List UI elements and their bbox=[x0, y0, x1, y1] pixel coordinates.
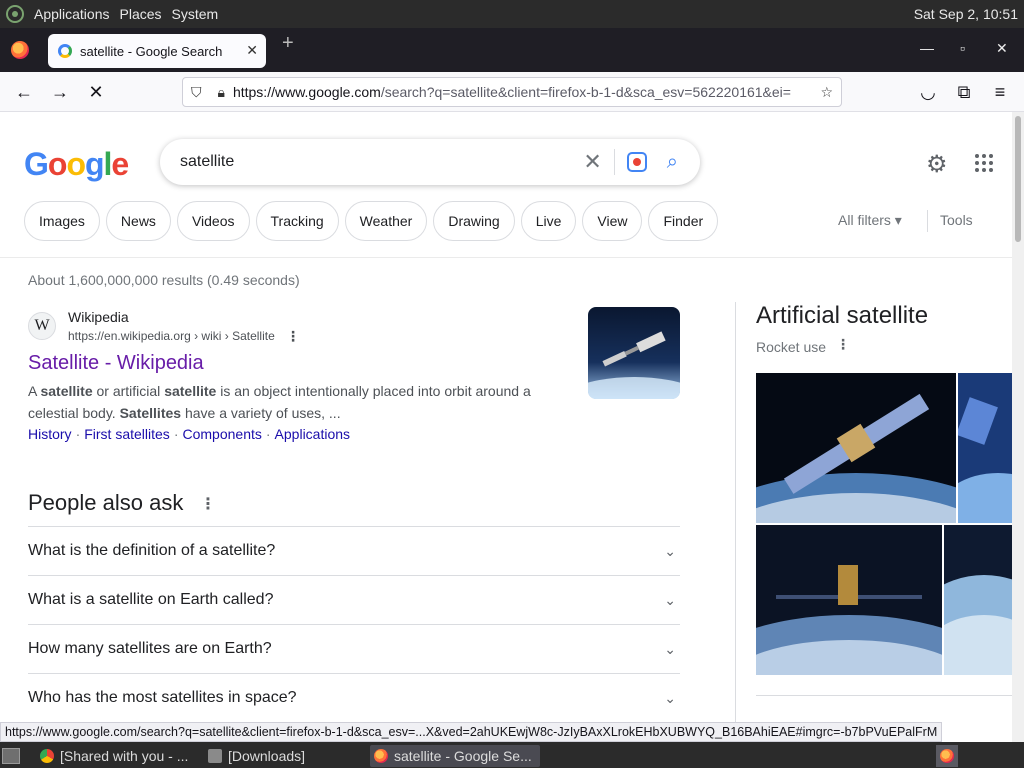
wikipedia-favicon-icon[interactable]: W bbox=[28, 312, 56, 340]
forward-icon[interactable]: → bbox=[49, 81, 71, 103]
menu-icon[interactable]: ≡ bbox=[989, 81, 1011, 103]
lock-icon[interactable]: 🔒︎ bbox=[218, 84, 225, 101]
sitelink-applications[interactable]: Applications bbox=[275, 426, 351, 442]
sitelink-components[interactable]: Components bbox=[182, 426, 261, 442]
paa-question[interactable]: How many satellites are on Earth? ⌄ bbox=[28, 624, 680, 673]
result-snippet: A satellite or artificial satellite is a… bbox=[28, 383, 531, 421]
url-path: /search?q=satellite&client=firefox-b-1-d… bbox=[380, 84, 791, 100]
url-host: https://www.google.com bbox=[232, 84, 381, 100]
web-page: Google satellite ✕ ⌕ ⚙ Images News Video… bbox=[0, 112, 1012, 742]
chip-weather[interactable]: Weather bbox=[344, 201, 428, 241]
chevron-down-icon: ⌄ bbox=[664, 689, 676, 706]
divider bbox=[735, 302, 736, 742]
chip-videos[interactable]: Videos bbox=[176, 201, 250, 241]
chrome-icon bbox=[40, 749, 54, 763]
maximize-icon[interactable]: ▫ bbox=[960, 40, 965, 56]
sitelink-history[interactable]: History bbox=[28, 426, 72, 442]
close-window-icon[interactable]: ✕ bbox=[996, 40, 1008, 57]
result-stats: About 1,600,000,000 results (0.49 second… bbox=[28, 272, 300, 288]
knowledge-panel-title: Artificial satellite bbox=[756, 302, 929, 329]
taskbar: [Shared with you - ... [Downloads] satel… bbox=[0, 742, 1024, 768]
os-logo-icon[interactable] bbox=[6, 5, 24, 23]
knowledge-panel-image[interactable] bbox=[944, 525, 1012, 675]
scrollbar-thumb[interactable] bbox=[1015, 116, 1021, 242]
pocket-icon[interactable]: ◡ bbox=[917, 81, 939, 103]
tools-button[interactable]: Tools bbox=[940, 212, 973, 228]
apps-grid-icon[interactable] bbox=[975, 154, 993, 172]
divider bbox=[613, 149, 615, 175]
paa-list: What is the definition of a satellite? ⌄ … bbox=[28, 526, 680, 722]
os-top-panel: Applications Places System Sat Sep 2, 10… bbox=[0, 0, 1024, 28]
close-tab-icon[interactable]: ✕ bbox=[246, 42, 258, 59]
chip-drawing[interactable]: Drawing bbox=[433, 201, 515, 241]
back-icon[interactable]: ← bbox=[13, 81, 35, 103]
paa-question[interactable]: Who has the most satellites in space? ⌄ bbox=[28, 673, 680, 722]
divider bbox=[756, 695, 1012, 696]
menu-system[interactable]: System bbox=[172, 6, 219, 22]
extensions-icon[interactable]: ⧉ bbox=[953, 81, 975, 103]
firefox-icon bbox=[374, 749, 388, 763]
result-site-name[interactable]: Wikipedia bbox=[68, 309, 129, 325]
paa-heading: People also ask bbox=[28, 490, 184, 515]
all-filters-button[interactable]: All filters ▾ bbox=[838, 212, 902, 229]
taskbar-item-chrome[interactable]: [Shared with you - ... bbox=[36, 745, 196, 767]
tab-title: satellite - Google Search bbox=[80, 43, 223, 59]
tab-strip: satellite - Google Search ✕ + — ▫ ✕ bbox=[0, 28, 1024, 72]
clock[interactable]: Sat Sep 2, 10:51 bbox=[914, 6, 1018, 22]
chip-news[interactable]: News bbox=[105, 201, 171, 241]
result-title-link[interactable]: Satellite - Wikipedia bbox=[28, 352, 204, 375]
knowledge-panel-image[interactable] bbox=[756, 525, 942, 675]
folder-icon bbox=[208, 749, 222, 763]
knowledge-panel-image[interactable] bbox=[958, 373, 1012, 523]
clear-icon[interactable]: ✕ bbox=[583, 149, 601, 175]
more-options-icon[interactable]: ⋮ bbox=[286, 328, 300, 345]
stop-icon[interactable]: ✕ bbox=[85, 81, 107, 103]
taskbar-item-downloads[interactable]: [Downloads] bbox=[204, 745, 364, 767]
tab-active[interactable]: satellite - Google Search ✕ bbox=[48, 34, 266, 68]
chevron-down-icon: ⌄ bbox=[664, 640, 676, 657]
chevron-down-icon: ⌄ bbox=[664, 542, 676, 559]
firefox-view-icon[interactable] bbox=[11, 41, 29, 59]
menu-places[interactable]: Places bbox=[120, 6, 162, 22]
divider bbox=[927, 210, 928, 232]
chip-finder[interactable]: Finder bbox=[648, 201, 719, 241]
search-box[interactable]: satellite ✕ ⌕ bbox=[160, 139, 700, 185]
chip-live[interactable]: Live bbox=[520, 201, 577, 241]
search-input[interactable]: satellite bbox=[180, 153, 583, 171]
result-thumbnail[interactable] bbox=[588, 307, 680, 399]
page-scrollbar[interactable] bbox=[1012, 112, 1024, 742]
chip-view[interactable]: View bbox=[582, 201, 643, 241]
sitelink-first-satellites[interactable]: First satellites bbox=[84, 426, 170, 442]
more-options-icon[interactable]: ⋮ bbox=[836, 336, 850, 353]
chevron-down-icon: ⌄ bbox=[664, 591, 676, 608]
google-logo[interactable]: Google bbox=[24, 146, 129, 183]
knowledge-panel-image[interactable] bbox=[756, 373, 956, 523]
more-options-icon[interactable]: ⋮ bbox=[200, 494, 216, 514]
new-tab-icon[interactable]: + bbox=[282, 32, 294, 55]
minimize-icon[interactable]: — bbox=[920, 40, 934, 56]
show-desktop-icon[interactable] bbox=[2, 745, 22, 767]
filter-chips: Images News Videos Tracking Weather Draw… bbox=[24, 201, 724, 241]
lens-icon[interactable] bbox=[626, 152, 647, 172]
sitelinks: History · First satellites · Components · Appl… bbox=[28, 426, 351, 442]
firefox-launcher-icon[interactable] bbox=[936, 745, 958, 767]
chip-tracking[interactable]: Tracking bbox=[255, 201, 339, 241]
paa-question[interactable]: What is the definition of a satellite? ⌄ bbox=[28, 526, 680, 575]
chip-images[interactable]: Images bbox=[24, 201, 100, 241]
settings-gear-icon[interactable]: ⚙ bbox=[926, 150, 948, 179]
shield-icon[interactable]: ⛉ bbox=[191, 84, 202, 101]
taskbar-item-firefox[interactable]: satellite - Google Se... bbox=[370, 745, 540, 767]
status-url-overlay: https://www.google.com/search?q=satellit… bbox=[0, 722, 943, 742]
menu-applications[interactable]: Applications bbox=[34, 6, 110, 22]
bookmark-star-icon[interactable]: ☆ bbox=[820, 84, 833, 101]
url-bar[interactable]: ⛉ 🔒︎ https://www.google.com/search?q=sat… bbox=[182, 77, 842, 107]
navigation-toolbar: ← → ✕ ⛉ 🔒︎ https://www.google.com/search… bbox=[0, 72, 1024, 112]
paa-question[interactable]: What is a satellite on Earth called? ⌄ bbox=[28, 575, 680, 624]
knowledge-panel-subtitle: Rocket use bbox=[756, 339, 827, 355]
result-cite[interactable]: https://en.wikipedia.org › wiki › Satell… bbox=[68, 329, 275, 343]
search-icon[interactable]: ⌕ bbox=[667, 151, 678, 174]
google-favicon-icon bbox=[58, 44, 72, 58]
header-divider bbox=[0, 257, 1012, 258]
